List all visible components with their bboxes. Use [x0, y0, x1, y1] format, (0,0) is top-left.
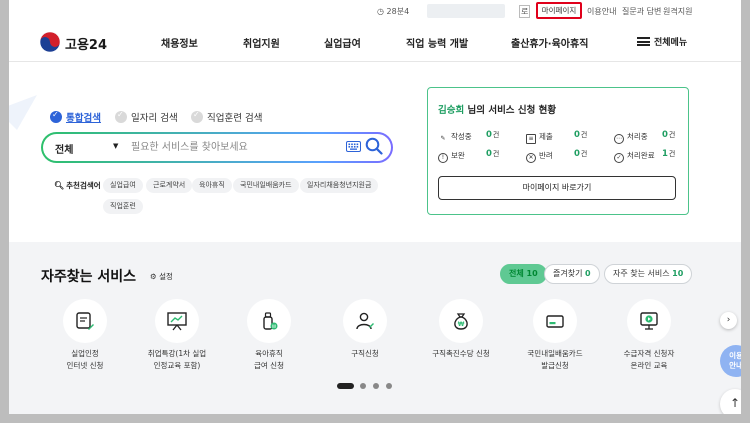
check-circle-icon	[191, 110, 203, 123]
all-menu-button[interactable]: 전체메뉴	[637, 35, 687, 48]
carousel-dot[interactable]	[360, 383, 366, 389]
page-frame: ◷ 28분4 로 마이페이지 이용안내 질문과 답변 원격지원 고용24 채용정…	[0, 0, 750, 423]
service-unemployment-recognition[interactable]: 실업인정 인터넷 신청	[40, 299, 130, 372]
presentation-board-icon	[167, 312, 187, 331]
nav-employment-support[interactable]: 취업지원	[243, 35, 280, 50]
service-job-seeking-application[interactable]: 구직신청	[320, 299, 410, 360]
application-status-card: 김승희 님의 서비스 신청 현황 ✎ 작성중 0건 ≡ 제출 0건 ⋯ 처리중 0건 …	[427, 87, 689, 215]
go-mypage-button[interactable]: 마이페이지 바로가기	[438, 176, 676, 200]
check-circle-icon: ✓	[614, 153, 624, 163]
option-training-search[interactable]: 직업훈련 검색	[191, 110, 262, 124]
svg-text:₩: ₩	[458, 321, 465, 328]
keyword-chip[interactable]: 국민내일배움카드	[233, 178, 299, 193]
video-monitor-icon	[640, 312, 658, 330]
carousel-dot[interactable]	[373, 383, 379, 389]
keyboard-icon[interactable]	[346, 141, 361, 152]
search-scope-select[interactable]: 전체	[55, 141, 73, 156]
pencil-icon: ✎	[440, 135, 446, 142]
tab-all[interactable]: 전체 10	[500, 264, 547, 284]
arrow-up-icon: ↑	[729, 396, 741, 410]
recommended-keywords-label: 🔍︎ 추천검색어	[54, 181, 101, 190]
dots-icon: ⋯	[614, 134, 624, 144]
search-box: 전체 ▼	[41, 132, 393, 163]
keyword-chip[interactable]: 직업훈련	[103, 199, 143, 214]
service-online-education[interactable]: 수급자격 신청자 온라인 교육	[604, 299, 694, 372]
session-timer: ◷ 28분4	[377, 7, 410, 16]
service-learning-card[interactable]: 국민내일배움카드 발급신청	[510, 299, 600, 372]
keyword-chip[interactable]: 육아휴직	[192, 178, 232, 193]
logo-text: 고용24	[65, 38, 108, 53]
person-pen-icon	[356, 312, 374, 330]
utility-bar: ◷ 28분4 로 마이페이지 이용안내 질문과 답변 원격지원	[9, 0, 741, 22]
status-submitted[interactable]: ≡ 제출 0건	[526, 130, 587, 144]
svg-text:W: W	[272, 324, 277, 330]
usage-guide-label: 이용 안내	[729, 351, 743, 370]
x-circle-icon: ✕	[526, 153, 536, 163]
remote-support-link[interactable]: 원격지원	[663, 6, 692, 17]
scroll-top-button[interactable]: ↑	[720, 389, 741, 414]
money-bag-icon: ₩	[454, 313, 468, 330]
status-supplement[interactable]: ! 보완 0건	[438, 149, 499, 163]
mypage-link[interactable]: 마이페이지	[536, 2, 582, 19]
baby-bottle-icon: W	[263, 312, 278, 330]
logout-fragment[interactable]: 로	[519, 5, 531, 18]
gear-icon: ⚙	[150, 272, 157, 281]
nav-unemployment-benefit[interactable]: 실업급여	[324, 35, 361, 50]
qa-link[interactable]: 질문과 답변	[622, 6, 661, 17]
carousel-dot-active[interactable]	[337, 383, 354, 389]
nav-jobs[interactable]: 채용정보	[161, 35, 198, 50]
card-icon	[546, 315, 564, 328]
taegeuk-logo-icon	[39, 31, 61, 53]
check-circle-icon	[50, 110, 62, 123]
settings-button[interactable]: ⚙ 설정	[150, 271, 173, 282]
search-small-icon: 🔍︎	[54, 181, 65, 190]
service-job-lecture[interactable]: 취업특강(1차 실업 인정교육 포함)	[132, 299, 222, 372]
section-title: 자주찾는 서비스	[41, 269, 137, 285]
logo[interactable]: 고용24	[39, 31, 119, 55]
search-input[interactable]	[131, 138, 331, 156]
carousel-dot[interactable]	[386, 383, 392, 389]
hamburger-icon	[637, 37, 650, 46]
check-circle-icon	[115, 110, 127, 123]
status-rejected[interactable]: ✕ 반려 0건	[526, 149, 587, 163]
document-icon: ≡	[526, 134, 536, 144]
tab-frequently-used[interactable]: 자주 찾는 서비스 10	[604, 264, 693, 284]
clock-icon: ◷	[377, 7, 384, 16]
exclamation-icon: !	[438, 153, 448, 163]
option-job-search[interactable]: 일자리 검색	[115, 110, 178, 124]
service-job-promotion-allowance[interactable]: ₩ 구직촉진수당 신청	[416, 299, 506, 360]
status-processing[interactable]: ⋯ 처리중 0건	[614, 130, 675, 144]
keyword-chip[interactable]: 실업급여	[103, 178, 143, 193]
guide-link[interactable]: 이용안내	[587, 6, 616, 17]
status-card-title: 김승희 님의 서비스 신청 현황	[438, 105, 557, 116]
option-integrated-search[interactable]: 통합검색	[50, 110, 101, 124]
search-icon[interactable]	[365, 137, 383, 155]
main-header: 고용24 채용정보 취업지원 실업급여 직업 능력 개발 출산휴가·육아휴직 전…	[9, 22, 741, 62]
status-completed[interactable]: ✓ 처리완료 1건	[614, 149, 675, 163]
chevron-right-icon: ›	[726, 315, 731, 325]
keyword-chip[interactable]: 일자리채움청년지원금	[300, 178, 379, 193]
tab-favorites[interactable]: 즐겨찾기 0	[544, 264, 600, 284]
frequent-services-section: 자주찾는 서비스 ⚙ 설정 전체 10 즐겨찾기 0 자주 찾는 서비스 10 …	[9, 242, 741, 414]
service-parental-leave-benefit[interactable]: W 육아휴직 급여 신청	[224, 299, 314, 372]
carousel-next-button[interactable]: ›	[720, 312, 737, 329]
nav-parental-leave[interactable]: 출산휴가·육아휴직	[511, 35, 588, 50]
blurred-region	[427, 4, 505, 18]
document-pen-icon	[76, 312, 94, 330]
nav-vocational-training[interactable]: 직업 능력 개발	[406, 35, 468, 50]
usage-guide-button[interactable]: 이용 안내	[720, 345, 743, 377]
keyword-chip[interactable]: 근로계약서	[146, 178, 193, 193]
caret-down-icon[interactable]: ▼	[113, 142, 118, 150]
status-writing[interactable]: ✎ 작성중 0건	[438, 130, 499, 145]
